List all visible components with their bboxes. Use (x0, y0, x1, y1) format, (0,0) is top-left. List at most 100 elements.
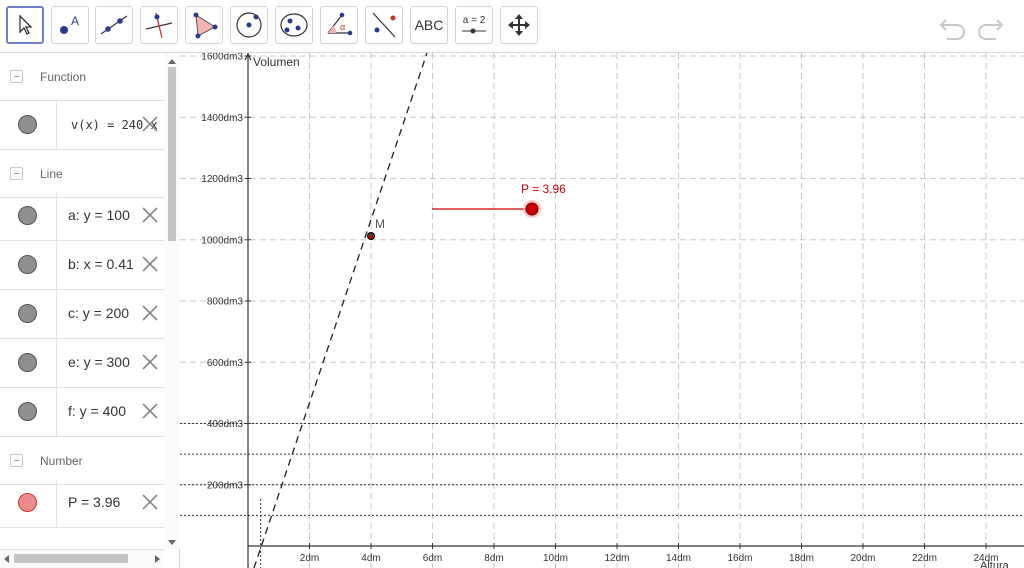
algebra-item-number-p[interactable]: P = 3.96 (0, 479, 164, 528)
visibility-dot-icon[interactable] (18, 115, 37, 134)
undo-icon (939, 19, 965, 40)
algebra-item-text[interactable]: e: y = 300 (68, 354, 130, 370)
visibility-dot-icon[interactable] (18, 493, 37, 512)
scroll-left-arrow-icon[interactable] (1, 551, 13, 567)
algebra-item-function-v[interactable]: v(x) = 240 x + (0, 101, 172, 150)
graphics-view[interactable]: 2dm 4dm 6dm 8dm 10dm 12dm 14dm 16dm 18dm 20dm 22dm… (180, 53, 1024, 568)
horizontal-lines (180, 423, 1024, 516)
algebra-item-line-e[interactable]: e: y = 300 (0, 339, 164, 388)
line-tool-button[interactable] (95, 6, 133, 44)
circle-center-icon (236, 12, 262, 38)
move-tool-button[interactable] (6, 6, 44, 44)
undo-button[interactable] (937, 12, 969, 45)
point-tool-button[interactable]: A (51, 6, 89, 44)
visibility-toggle[interactable] (0, 479, 57, 527)
delete-icon[interactable] (141, 353, 159, 371)
slider-p-label: P = 3.96 (521, 182, 566, 196)
line-through-points-icon (100, 15, 128, 35)
scroll-up-arrow-icon[interactable] (164, 55, 180, 67)
collapse-icon[interactable] (10, 167, 23, 180)
x-tick-label: 14dm (666, 553, 691, 564)
visibility-toggle[interactable] (0, 192, 57, 240)
visibility-toggle[interactable] (0, 388, 57, 436)
slider-tool-button[interactable]: a = 2 (455, 6, 493, 44)
algebra-item-text[interactable]: b: x = 0.41 (68, 256, 134, 272)
x-tick-label: 6dm (423, 553, 442, 564)
visibility-dot-icon[interactable] (18, 206, 37, 225)
y-axis-label: Volumen (253, 55, 300, 69)
x-tick-label: 2dm (300, 553, 319, 564)
text-tool-button[interactable]: ABC (410, 6, 448, 44)
perpendicular-line-icon (145, 12, 173, 39)
algebra-item-line-a[interactable]: a: y = 100 (0, 192, 164, 241)
algebra-item-line-c[interactable]: c: y = 200 (0, 290, 164, 339)
reflect-tool-button[interactable] (365, 6, 403, 44)
visibility-dot-icon[interactable] (18, 255, 37, 274)
point-tool-label: A (71, 14, 79, 28)
group-label: Number (40, 454, 83, 468)
collapse-icon[interactable] (10, 454, 23, 467)
algebra-item-line-f[interactable]: f: y = 400 (0, 388, 164, 437)
algebra-item-text[interactable]: f: y = 400 (68, 403, 126, 419)
visibility-toggle[interactable] (0, 339, 57, 387)
visibility-toggle[interactable] (0, 101, 57, 149)
x-tick-label: 4dm (361, 553, 380, 564)
redo-button[interactable] (974, 12, 1006, 45)
scroll-right-arrow-icon[interactable] (151, 551, 163, 567)
delete-icon[interactable] (141, 115, 159, 133)
algebra-vertical-scrollbar[interactable] (164, 53, 180, 549)
visibility-dot-icon[interactable] (18, 402, 37, 421)
delete-icon[interactable] (141, 255, 159, 273)
polygon-tool-button[interactable] (185, 6, 223, 44)
algebra-item-text[interactable]: a: y = 100 (68, 207, 130, 223)
move-arrows-icon (508, 14, 530, 36)
delete-icon[interactable] (141, 206, 159, 224)
x-tick-label: 16dm (727, 553, 752, 564)
slider-p-knob[interactable] (525, 202, 539, 216)
y-tick-label: 1400dm3 (201, 113, 243, 124)
algebra-horizontal-scrollbar[interactable] (0, 549, 164, 568)
group-header-line[interactable]: Line (0, 150, 164, 198)
x-axis-label: Altura (980, 560, 1010, 568)
x-tick-label: 18dm (789, 553, 814, 564)
perpendicular-tool-button[interactable] (140, 6, 178, 44)
axes (244, 53, 1024, 568)
group-header-number[interactable]: Number (0, 437, 164, 485)
y-tick-label: 400dm3 (207, 419, 244, 430)
angle-tool-button[interactable]: α (320, 6, 358, 44)
angle-icon: α (327, 12, 353, 36)
y-tick-label: 1000dm3 (201, 235, 243, 246)
group-header-function[interactable]: Function (0, 53, 164, 101)
grid (180, 53, 1024, 568)
point-icon: A (60, 14, 79, 34)
group-label: Function (40, 70, 87, 84)
algebra-item-line-b[interactable]: b: x = 0.41 (0, 241, 164, 290)
slider-icon: a = 2 (462, 15, 486, 34)
scrollbar-thumb[interactable] (14, 554, 128, 563)
move-graphics-tool-button[interactable] (500, 6, 538, 44)
point-m-label: M (375, 217, 385, 231)
delete-icon[interactable] (141, 493, 159, 511)
point-m-marker (369, 235, 373, 239)
delete-icon[interactable] (141, 304, 159, 322)
visibility-toggle[interactable] (0, 290, 57, 338)
slider-tool-label: a = 2 (463, 15, 486, 26)
visibility-dot-icon[interactable] (18, 304, 37, 323)
algebra-item-text[interactable]: c: y = 200 (68, 305, 129, 321)
delete-icon[interactable] (141, 402, 159, 420)
coordinate-plane[interactable]: 2dm 4dm 6dm 8dm 10dm 12dm 14dm 16dm 18dm 20dm 22dm… (180, 53, 1024, 568)
conic-tool-button[interactable] (275, 6, 313, 44)
reflect-line-icon (372, 12, 396, 38)
visibility-dot-icon[interactable] (18, 353, 37, 372)
function-graph-v[interactable] (253, 53, 428, 568)
tick-labels: 2dm 4dm 6dm 8dm 10dm 12dm 14dm 16dm 18dm 20dm 22dm… (201, 53, 998, 564)
scrollbar-thumb[interactable] (168, 67, 176, 241)
scroll-down-arrow-icon[interactable] (164, 537, 180, 549)
algebra-item-text[interactable]: P = 3.96 (68, 494, 120, 510)
visibility-toggle[interactable] (0, 241, 57, 289)
polygon-icon (193, 12, 218, 39)
collapse-icon[interactable] (10, 70, 23, 83)
y-tick-label: 200dm3 (207, 480, 244, 491)
y-tick-label: 800dm3 (207, 297, 244, 308)
circle-tool-button[interactable] (230, 6, 268, 44)
